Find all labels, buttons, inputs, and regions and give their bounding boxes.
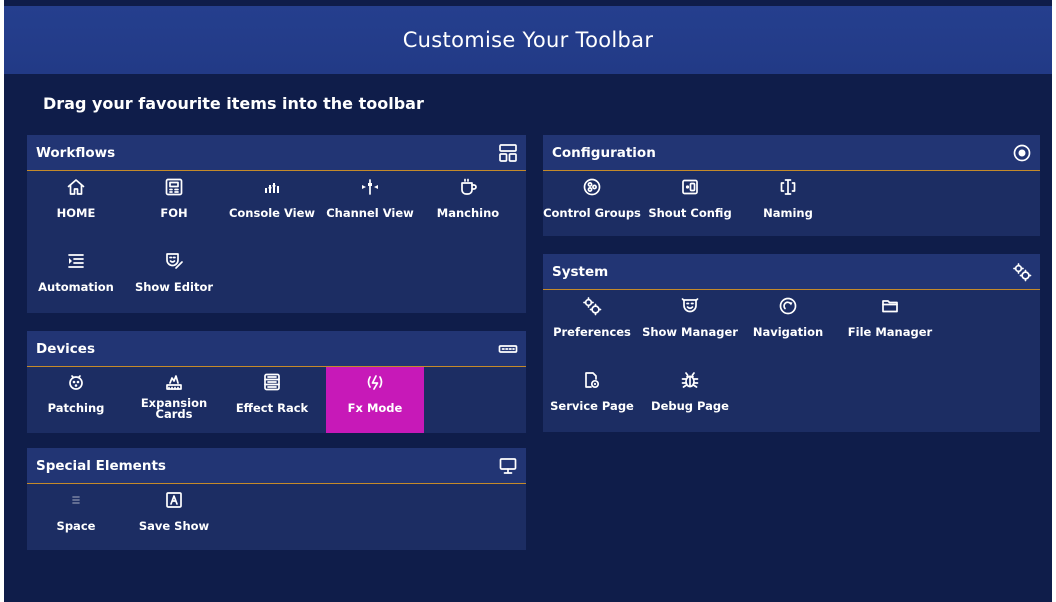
- toolbar-item-show-manager[interactable]: Show Manager: [641, 291, 739, 357]
- folder-icon: [841, 291, 939, 321]
- mask-icon: [641, 291, 739, 321]
- control-groups-icon: [543, 172, 641, 202]
- configuration-header: Configuration: [543, 135, 1040, 171]
- item-label: Save Show: [138, 519, 210, 533]
- toolbar-item-save-show[interactable]: Save Show: [125, 485, 223, 551]
- system-panel: System Preferences Show Manager Navigati…: [543, 254, 1040, 432]
- toolbar-item-fx-mode[interactable]: Fx Mode: [326, 367, 424, 433]
- toolbar-item-home[interactable]: HOME: [27, 172, 125, 238]
- save-show-icon: [125, 485, 223, 515]
- mug-icon: [419, 172, 517, 202]
- toolbar-item-channel-view[interactable]: Channel View: [321, 172, 419, 238]
- patching-icon: [27, 367, 125, 397]
- toolbar-item-service-page[interactable]: Service Page: [543, 365, 641, 431]
- workflows-title: Workflows: [36, 144, 116, 161]
- title-bar: Customise Your Toolbar: [4, 6, 1052, 74]
- device-bar-icon: [498, 339, 518, 359]
- item-label: Control Groups: [543, 206, 641, 220]
- item-label: Automation: [38, 280, 114, 294]
- special-elements-header: Special Elements: [27, 448, 526, 484]
- naming-icon: [739, 172, 837, 202]
- toolbar-item-naming[interactable]: Naming: [739, 172, 837, 238]
- special-elements-title: Special Elements: [36, 457, 166, 474]
- item-label: Debug Page: [651, 399, 729, 413]
- system-header: System: [543, 254, 1040, 290]
- devices-header: Devices: [27, 331, 526, 367]
- workflows-panel: Workflows HOME FOH Console View Channel …: [27, 135, 526, 313]
- foh-icon: [125, 172, 223, 202]
- toolbar-item-space[interactable]: Space: [27, 485, 125, 551]
- automation-icon: [27, 246, 125, 276]
- fx-mode-icon: [326, 367, 424, 397]
- toolbar-item-expansion-cards[interactable]: Expansion Cards: [125, 367, 223, 433]
- toolbar-item-show-editor[interactable]: Show Editor: [125, 246, 223, 312]
- item-label: Show Manager: [642, 325, 738, 339]
- gears-icon: [1012, 262, 1032, 282]
- bug-icon: [641, 365, 739, 395]
- toolbar-item-debug-page[interactable]: Debug Page: [641, 365, 739, 431]
- workflows-header: Workflows: [27, 135, 526, 171]
- expansion-card-icon: [125, 367, 223, 397]
- item-label: HOME: [56, 206, 96, 220]
- page-title: Customise Your Toolbar: [402, 28, 654, 52]
- target-icon: [1012, 143, 1032, 163]
- item-label: Shout Config: [648, 206, 732, 220]
- toolbar-item-navigation[interactable]: Navigation: [739, 291, 837, 357]
- toolbar-item-patching[interactable]: Patching: [27, 367, 125, 433]
- item-label: Manchino: [436, 206, 500, 220]
- layout-icon: [498, 143, 518, 163]
- item-label: File Manager: [847, 325, 933, 339]
- instruction-text: Drag your favourite items into the toolb…: [43, 94, 424, 113]
- toolbar-item-shout-config[interactable]: Shout Config: [641, 172, 739, 238]
- rack-icon: [223, 367, 321, 397]
- monitor-icon: [498, 456, 518, 476]
- devices-panel: Devices Patching Expansion Cards Effect …: [27, 331, 526, 433]
- console-view-icon: [223, 172, 321, 202]
- service-icon: [543, 365, 641, 395]
- toolbar-item-preferences[interactable]: Preferences: [543, 291, 641, 357]
- home-icon: [27, 172, 125, 202]
- devices-title: Devices: [36, 340, 95, 357]
- item-label: Patching: [47, 401, 105, 415]
- toolbar-item-automation[interactable]: Automation: [27, 246, 125, 312]
- item-label: Fx Mode: [347, 401, 403, 415]
- item-label: Show Editor: [134, 280, 214, 294]
- item-label: FOH: [160, 206, 188, 220]
- item-label: Naming: [763, 206, 813, 220]
- toolbar-item-foh[interactable]: FOH: [125, 172, 223, 238]
- toolbar-item-console-view[interactable]: Console View: [223, 172, 321, 238]
- channel-view-icon: [321, 172, 419, 202]
- system-title: System: [552, 263, 609, 280]
- item-label: Space: [56, 519, 96, 533]
- item-label: Service Page: [550, 399, 634, 413]
- toolbar-item-manchino[interactable]: Manchino: [419, 172, 517, 238]
- space-icon: [27, 485, 125, 515]
- special-elements-panel: Special Elements Space Save Show: [27, 448, 526, 550]
- item-label: Channel View: [326, 206, 414, 220]
- configuration-title: Configuration: [552, 144, 656, 161]
- item-label: Expansion Cards: [140, 396, 208, 421]
- item-label: Effect Rack: [235, 401, 309, 415]
- shout-config-icon: [641, 172, 739, 202]
- configuration-panel: Configuration Control Groups Shout Confi…: [543, 135, 1040, 236]
- toolbar-item-file-manager[interactable]: File Manager: [841, 291, 939, 357]
- item-label: Console View: [228, 206, 316, 220]
- item-label: Navigation: [752, 325, 824, 339]
- gears-icon: [543, 291, 641, 321]
- item-label: Preferences: [553, 325, 631, 339]
- mask-edit-icon: [125, 246, 223, 276]
- toolbar-item-effect-rack[interactable]: Effect Rack: [223, 367, 321, 433]
- toolbar-item-control-groups[interactable]: Control Groups: [543, 172, 641, 238]
- navigation-icon: [739, 291, 837, 321]
